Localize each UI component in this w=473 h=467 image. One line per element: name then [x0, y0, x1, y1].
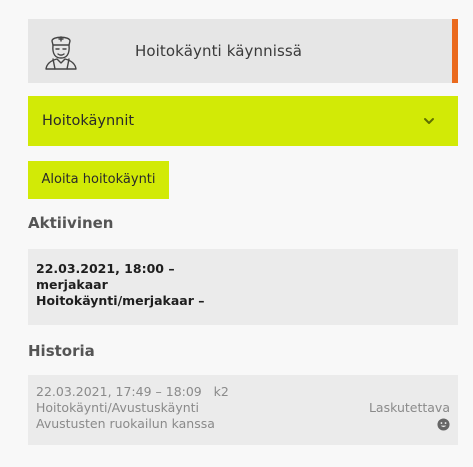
visits-accordion[interactable]: Hoitokäynnit — [28, 96, 458, 146]
visit-status-bar: Hoitokäynti käynnissä — [28, 19, 458, 83]
billing-status: Laskutettava — [368, 400, 450, 415]
active-section-title: Aktiivinen — [28, 214, 114, 232]
history-visit-card[interactable]: 22.03.2021, 17:49 – 18:09 k2 Hoitokäynti… — [28, 375, 458, 445]
history-visit-time: 22.03.2021, 17:49 – 18:09 k2 — [36, 384, 229, 399]
history-visit-description: Avustusten ruokailun kanssa — [36, 416, 215, 431]
active-visit-card[interactable]: 22.03.2021, 18:00 – merjakaar Hoitokäynt… — [28, 249, 458, 325]
active-visit-time: 22.03.2021, 18:00 – — [36, 261, 175, 276]
visits-accordion-label: Hoitokäynnit — [42, 113, 135, 129]
nurse-icon — [45, 36, 77, 70]
active-visit-type: Hoitokäynti/merjakaar – — [36, 293, 205, 308]
active-visit-user: merjakaar — [36, 277, 108, 292]
smiley-icon — [437, 418, 450, 431]
visit-status-title: Hoitokäynti käynnissä — [135, 42, 303, 60]
page: Hoitokäynti käynnissä Hoitokäynnit Aloit… — [0, 0, 473, 467]
status-accent-stripe — [452, 19, 458, 83]
start-visit-button[interactable]: Aloita hoitokäynti — [28, 161, 169, 199]
chevron-down-icon — [424, 118, 434, 124]
history-section-title: Historia — [28, 342, 95, 360]
